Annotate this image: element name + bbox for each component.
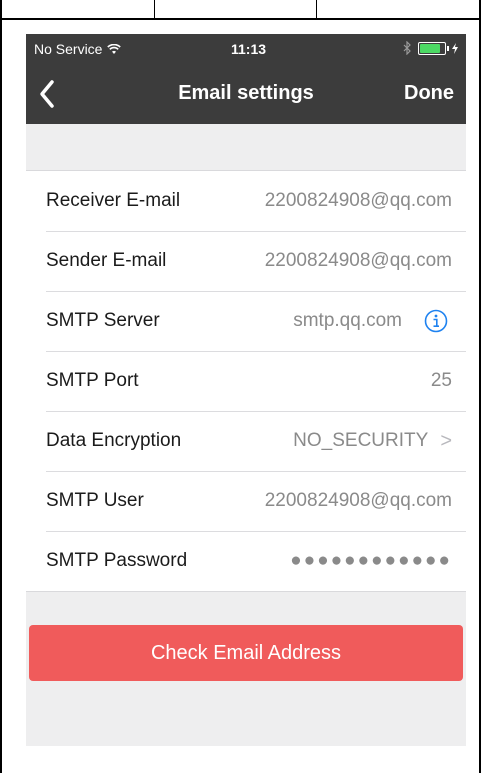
row-label: Sender E-mail [46,250,167,271]
info-icon[interactable] [424,309,448,333]
data-encryption-value-wrap: NO_SECURITY > [293,430,452,453]
row-label: Data Encryption [46,430,182,451]
smtp-port-value: 25 [430,370,452,391]
status-bar: No Service 11:13 [26,34,466,62]
receiver-email-row[interactable]: Receiver E-mail 2200824908@qq.com [26,171,466,231]
row-label: SMTP Password [46,550,188,571]
done-button[interactable]: Done [404,82,454,105]
page-title: Email settings [178,82,314,104]
check-email-button-label: Check Email Address [150,641,342,664]
check-email-button[interactable]: Check Email Address [29,625,463,681]
smtp-password-value: ●●●●●●●●●●●● [290,550,452,571]
sender-email-row[interactable]: Sender E-mail 2200824908@qq.com [26,231,466,291]
row-label: SMTP Server [46,310,160,331]
status-right [403,41,458,55]
email-settings-list: Receiver E-mail 2200824908@qq.com Sender… [26,170,466,592]
navigation-bar: No Service 11:13 Email settings Done [26,34,466,124]
row-label: SMTP User [46,490,144,511]
status-time: 11:13 [231,41,267,57]
wifi-icon [107,43,122,54]
frame-border [0,0,2,773]
sender-email-value: 2200824908@qq.com [264,250,452,271]
charging-icon [452,42,458,54]
smtp-user-value: 2200824908@qq.com [264,490,452,511]
smtp-user-row[interactable]: SMTP User 2200824908@qq.com [26,471,466,531]
smtp-server-value: smtp.qq.com [293,310,402,331]
bluetooth-icon [403,41,411,55]
data-encryption-row[interactable]: Data Encryption NO_SECURITY > [26,411,466,471]
header-divider [154,0,155,18]
smtp-server-value-wrap: smtp.qq.com [293,309,452,333]
header-divider [316,0,317,18]
battery-icon [418,41,449,55]
carrier-label: No Service [34,41,103,57]
screenshot-header-strip [0,0,481,20]
receiver-email-value: 2200824908@qq.com [264,190,452,211]
smtp-server-row[interactable]: SMTP Server smtp.qq.com [26,291,466,351]
chevron-right-icon: > [440,429,452,452]
row-label: SMTP Port [46,370,139,391]
nav-row: Email settings Done [26,74,466,118]
phone-screen: No Service 11:13 Email settings Done Rec… [26,34,466,746]
row-label: Receiver E-mail [46,190,181,211]
smtp-password-row[interactable]: SMTP Password ●●●●●●●●●●●● [26,531,466,591]
smtp-port-row[interactable]: SMTP Port 25 [26,351,466,411]
carrier-status: No Service [34,41,122,57]
data-encryption-value: NO_SECURITY [293,430,429,451]
